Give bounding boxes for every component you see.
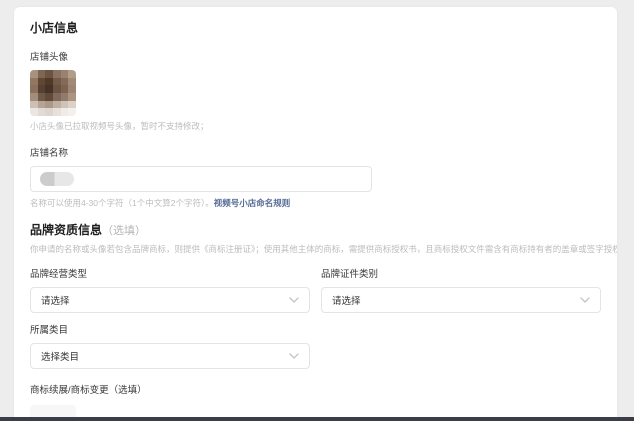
category-label: 所属类目 xyxy=(30,325,601,337)
brand-type-select[interactable]: 请选择 xyxy=(30,287,310,313)
shop-avatar-label: 店铺头像 xyxy=(30,52,601,64)
brand-type-value: 请选择 xyxy=(41,293,70,307)
trademark-renewal-label: 商标续展/商标变更（选填） xyxy=(30,385,601,397)
brand-cert-field: 品牌证件类别 请选择 xyxy=(321,269,601,313)
shop-name-input[interactable] xyxy=(30,166,372,192)
shop-name-help-text: 名称可以使用4-30个字符（1个中文算2个字符）。 xyxy=(30,198,214,208)
category-value: 选择类目 xyxy=(41,349,79,363)
shop-avatar xyxy=(30,70,76,116)
redacted-shop-name xyxy=(40,172,74,186)
brand-info-title-suffix: （选填） xyxy=(102,225,146,237)
brand-type-field: 品牌经营类型 请选择 xyxy=(30,269,310,313)
brand-info-title: 品牌资质信息（选填） xyxy=(30,223,601,239)
shop-name-help: 名称可以使用4-30个字符（1个中文算2个字符）。视频号小店命名规则 xyxy=(30,198,601,209)
shop-name-label: 店铺名称 xyxy=(30,148,601,160)
shop-settings-card: 小店信息 店铺头像 小店头像已拉取视频号头像，暂时不支持修改； 店铺名称 名称可… xyxy=(14,7,617,421)
brand-cert-value: 请选择 xyxy=(332,293,361,307)
brand-type-label: 品牌经营类型 xyxy=(30,269,310,281)
category-select[interactable]: 选择类目 xyxy=(30,343,310,369)
page-background: 小店信息 店铺头像 小店头像已拉取视频号头像，暂时不支持修改； 店铺名称 名称可… xyxy=(0,0,634,421)
chevron-down-icon xyxy=(289,353,299,359)
shop-avatar-note: 小店头像已拉取视频号头像，暂时不支持修改； xyxy=(30,121,601,132)
chevron-down-icon xyxy=(580,297,590,303)
brand-info-title-text: 品牌资质信息 xyxy=(30,223,102,237)
naming-rules-link[interactable]: 视频号小店命名规则 xyxy=(214,198,291,208)
brand-cert-select[interactable]: 请选择 xyxy=(321,287,601,313)
shop-info-title: 小店信息 xyxy=(30,21,601,36)
window-bottom-edge xyxy=(0,417,634,421)
brand-cert-label: 品牌证件类别 xyxy=(321,269,601,281)
chevron-down-icon xyxy=(289,297,299,303)
brand-info-description: 你申请的名称或头像若包含品牌商标，则提供《商标注册证》；使用其他主体的商标，需提… xyxy=(30,244,601,255)
